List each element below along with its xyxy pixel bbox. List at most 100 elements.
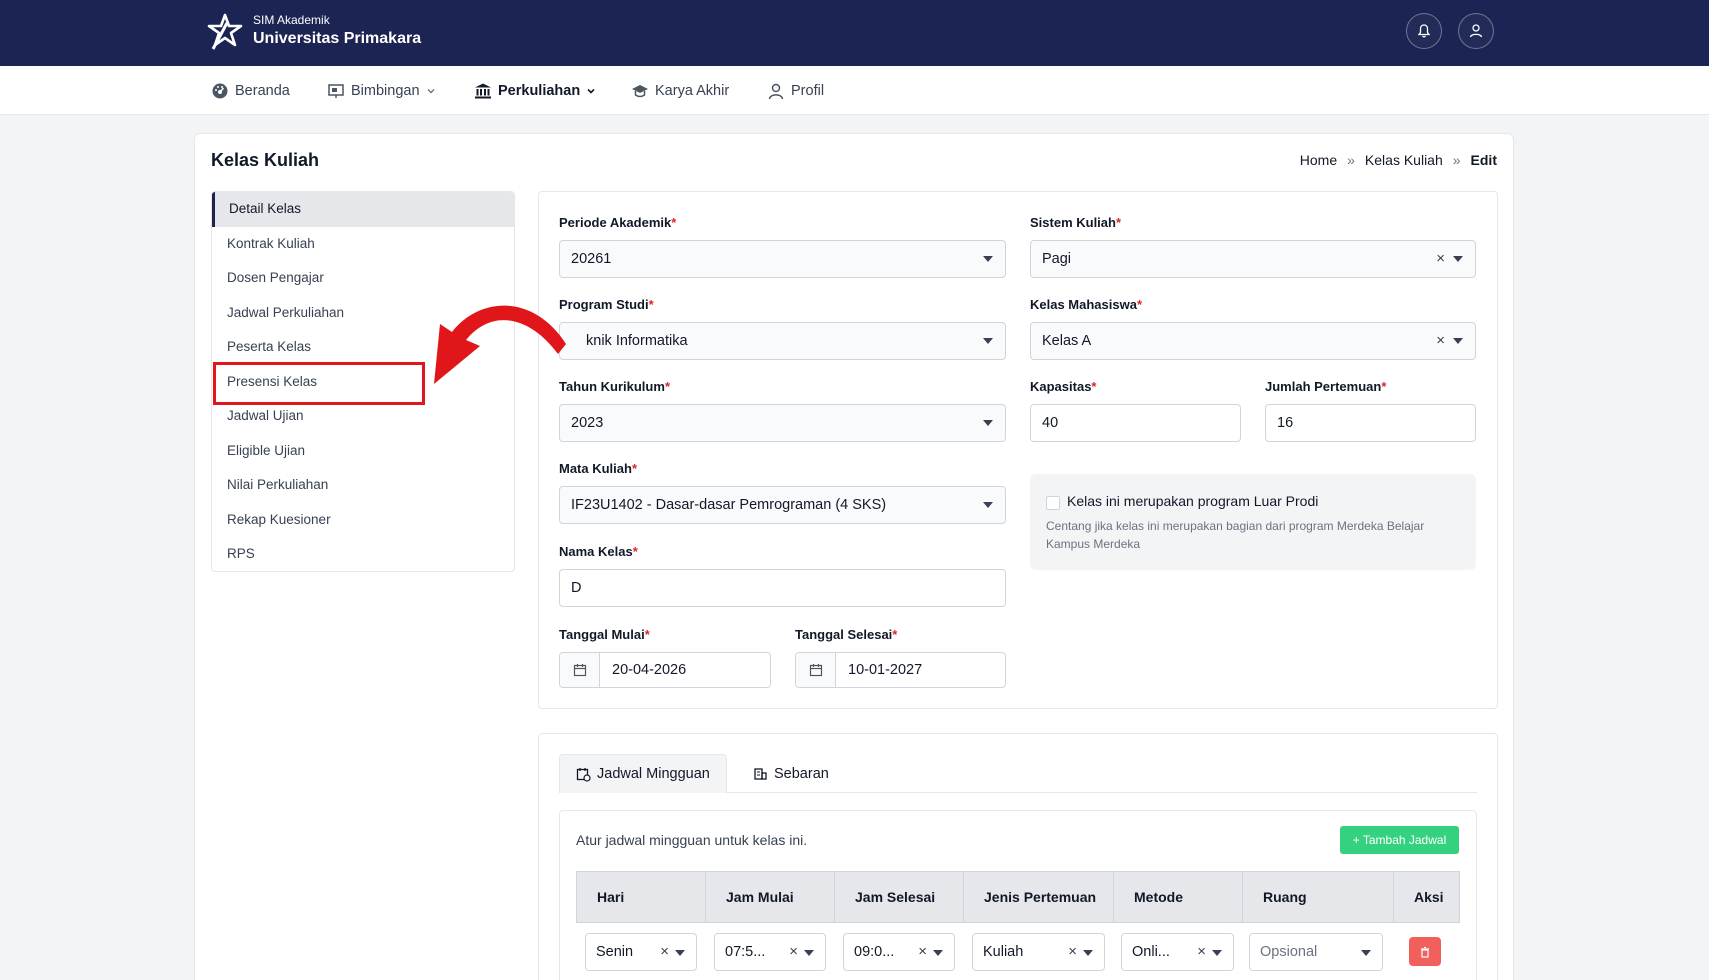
column-aksi: Aksi xyxy=(1393,872,1459,922)
schedule-table-header: Hari Jam Mulai Jam Selesai Jenis Pertemu… xyxy=(576,871,1460,923)
side-item-nilai-perkuliahan[interactable]: Nilai Perkuliahan xyxy=(212,468,514,503)
kelas-mahasiswa-label: Kelas Mahasiswa* xyxy=(1030,297,1143,312)
app-title: Universitas Primakara xyxy=(253,30,422,47)
ruang-select[interactable]: Opsional xyxy=(1249,933,1383,971)
matkul-select[interactable]: IF23U1402 - Dasar-dasar Pemrograman (4 S… xyxy=(559,486,1006,524)
presentation-board-icon xyxy=(328,83,344,98)
tanggal-selesai-input[interactable]: 10-01-2027 xyxy=(795,652,1006,688)
nav-karya-akhir[interactable]: Karya Akhir xyxy=(631,66,729,115)
app-subtitle: SIM Akademik xyxy=(253,13,330,27)
nav-perkuliahan[interactable]: Perkuliahan xyxy=(474,66,596,115)
luar-prodi-checkbox[interactable] xyxy=(1046,496,1060,510)
clear-icon[interactable]: × xyxy=(918,943,927,960)
caret-down-icon xyxy=(1361,950,1371,956)
highlight-box xyxy=(213,362,425,405)
add-schedule-button[interactable]: + Tambah Jadwal xyxy=(1340,826,1459,854)
calendar-icon[interactable] xyxy=(796,653,836,687)
chevron-down-icon xyxy=(427,88,435,93)
dashboard-icon xyxy=(212,83,228,98)
tanggal-mulai-input[interactable]: 20-04-2026 xyxy=(559,652,771,688)
user-menu-button[interactable] xyxy=(1458,13,1494,49)
side-item-dosen-pengajar[interactable]: Dosen Pengajar xyxy=(212,261,514,296)
breadcrumb-separator: » xyxy=(1347,152,1355,168)
clear-icon[interactable]: × xyxy=(789,943,798,960)
brand[interactable]: SIM Akademik Universitas Primakara xyxy=(205,11,421,51)
periode-select[interactable]: 20261 xyxy=(559,240,1006,278)
schedule-tabs: Jadwal Mingguan Sebaran xyxy=(559,754,1477,793)
periode-label: Periode Akademik* xyxy=(559,215,677,230)
calendar-clock-icon xyxy=(576,767,591,782)
column-jam-mulai: Jam Mulai xyxy=(705,872,834,922)
caret-down-icon xyxy=(1453,256,1463,262)
tanggal-selesai-label: Tanggal Selesai* xyxy=(795,627,898,642)
kurikulum-label: Tahun Kurikulum* xyxy=(559,379,670,394)
nav-karya-akhir-label: Karya Akhir xyxy=(655,82,730,99)
caret-down-icon xyxy=(983,256,993,262)
column-hari: Hari xyxy=(597,889,625,905)
kapasitas-label: Kapasitas* xyxy=(1030,379,1097,394)
luar-prodi-label[interactable]: Kelas ini merupakan program Luar Prodi xyxy=(1067,493,1318,509)
hari-select[interactable]: Senin × xyxy=(585,933,697,971)
side-item-rps[interactable]: RPS xyxy=(212,537,514,571)
kapasitas-input[interactable]: 40 xyxy=(1030,404,1241,442)
user-icon xyxy=(1469,24,1483,38)
prodi-select[interactable]: knik Informatika xyxy=(559,322,1006,360)
pertemuan-input[interactable]: 16 xyxy=(1265,404,1476,442)
clear-icon[interactable]: × xyxy=(1197,943,1206,960)
kurikulum-select[interactable]: 2023 xyxy=(559,404,1006,442)
column-jenis-pertemuan: Jenis Pertemuan xyxy=(963,872,1113,922)
jam-mulai-select[interactable]: 07:5... × xyxy=(714,933,826,971)
person-icon xyxy=(768,83,784,99)
side-item-rekap-kuesioner[interactable]: Rekap Kuesioner xyxy=(212,503,514,538)
calendar-icon[interactable] xyxy=(560,653,600,687)
jam-selesai-select[interactable]: 09:0... × xyxy=(843,933,955,971)
metode-select[interactable]: Onli... × xyxy=(1121,933,1234,971)
side-item-kontrak-kuliah[interactable]: Kontrak Kuliah xyxy=(212,227,514,262)
nama-kelas-input[interactable]: D xyxy=(559,569,1006,607)
pertemuan-label: Jumlah Pertemuan* xyxy=(1265,379,1387,394)
caret-down-icon xyxy=(675,950,685,956)
chevron-down-icon xyxy=(587,88,595,94)
nav-bimbingan[interactable]: Bimbingan xyxy=(327,66,436,115)
red-arrow-icon xyxy=(434,305,566,384)
building-icon xyxy=(754,768,767,780)
tab-jadwal-mingguan[interactable]: Jadwal Mingguan xyxy=(559,754,727,793)
side-item-eligible-ujian[interactable]: Eligible Ujian xyxy=(212,434,514,469)
caret-down-icon xyxy=(933,950,943,956)
page-title: Kelas Kuliah xyxy=(211,150,320,170)
kelas-mahasiswa-select[interactable]: Kelas A × xyxy=(1030,322,1476,360)
caret-down-icon xyxy=(983,502,993,508)
caret-down-icon xyxy=(983,338,993,344)
breadcrumb-home[interactable]: Home xyxy=(1300,152,1337,168)
nav-bimbingan-label: Bimbingan xyxy=(351,82,420,99)
main-navigation: Beranda Bimbingan Perkuliahan Karya Akhi… xyxy=(0,66,1709,115)
column-ruang: Ruang xyxy=(1242,872,1393,922)
luar-prodi-box: Kelas ini merupakan program Luar Prodi C… xyxy=(1030,474,1476,570)
clear-icon[interactable]: × xyxy=(1068,943,1077,960)
breadcrumb-kelas-kuliah[interactable]: Kelas Kuliah xyxy=(1365,152,1443,168)
sistem-label: Sistem Kuliah* xyxy=(1030,215,1122,230)
university-logo-icon xyxy=(207,13,243,50)
institution-icon xyxy=(475,83,491,98)
delete-row-button[interactable] xyxy=(1409,937,1441,966)
nama-kelas-label: Nama Kelas* xyxy=(559,544,638,559)
tab-sebaran[interactable]: Sebaran xyxy=(737,754,845,793)
top-app-bar: SIM Akademik Universitas Primakara xyxy=(0,0,1709,66)
sistem-select[interactable]: Pagi × xyxy=(1030,240,1476,278)
side-item-detail-kelas[interactable]: Detail Kelas xyxy=(212,192,514,227)
caret-down-icon xyxy=(1453,338,1463,344)
caret-down-icon xyxy=(804,950,814,956)
nav-beranda[interactable]: Beranda xyxy=(211,66,290,115)
breadcrumb-current: Edit xyxy=(1470,152,1497,168)
nav-profil[interactable]: Profil xyxy=(767,66,824,115)
notification-button[interactable] xyxy=(1406,13,1442,49)
clear-icon[interactable]: × xyxy=(660,943,669,960)
graduation-cap-icon xyxy=(632,84,648,97)
nav-perkuliahan-label: Perkuliahan xyxy=(498,82,581,99)
schedule-hint: Atur jadwal mingguan untuk kelas ini. xyxy=(576,832,808,848)
jenis-pertemuan-select[interactable]: Kuliah × xyxy=(972,933,1105,971)
clear-icon[interactable]: × xyxy=(1436,332,1445,349)
column-jam-selesai: Jam Selesai xyxy=(834,872,963,922)
caret-down-icon xyxy=(983,420,993,426)
clear-icon[interactable]: × xyxy=(1436,250,1445,267)
